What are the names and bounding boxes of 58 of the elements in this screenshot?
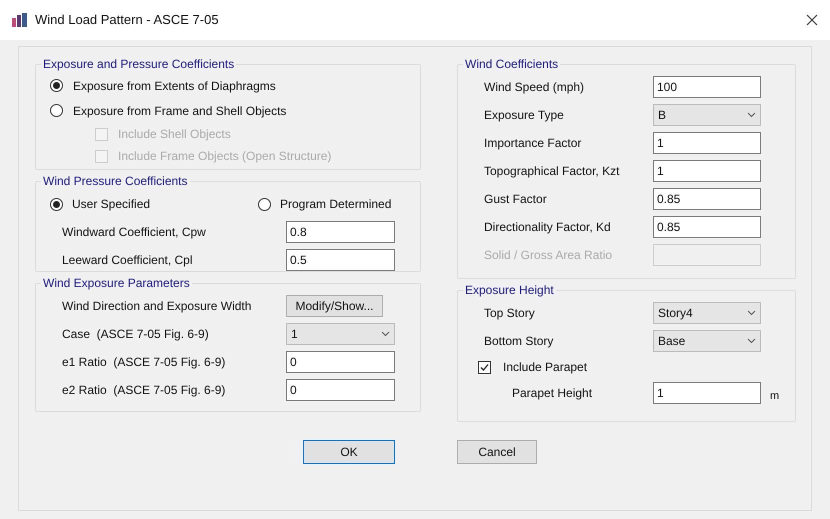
group-title: Wind Pressure Coefficients [42,173,189,190]
field-label: Program Determined [280,196,392,213]
field-label: Exposure Type [484,107,564,124]
input-field[interactable]: 0.85 [653,188,761,210]
dropdown[interactable]: Story4 [653,302,761,324]
field-label: User Specified [72,196,150,213]
close-icon[interactable] [806,14,818,26]
input-field[interactable]: 0.5 [286,249,395,271]
field-label: Case (ASCE 7-05 Fig. 6-9) [62,326,209,343]
chevron-down-icon [747,310,756,316]
dropdown[interactable]: 1 [286,323,395,345]
field-label: Windward Coefficient, Cpw [62,224,206,241]
dropdown[interactable]: B [653,104,761,126]
input-field[interactable]: 0 [286,379,395,401]
field-label: Top Story [484,305,535,322]
input-field[interactable]: 0.85 [653,216,761,238]
chevron-down-icon [381,331,390,337]
field-label: Leeward Coefficient, Cpl [62,252,193,269]
input-field[interactable]: 1 [653,382,761,404]
field-label: Include Shell Objects [118,126,231,143]
app-icon [12,13,28,27]
radio-button[interactable] [50,198,63,210]
group-title: Exposure Height [464,282,555,299]
field-label: Parapet Height [512,385,592,402]
group-title: Wind Coefficients [464,56,560,73]
field-label: Exposure from Extents of Diaphragms [73,78,276,94]
ok-button[interactable]: OK [303,440,395,464]
group-title: Exposure and Pressure Coefficients [42,56,236,73]
field-label: Importance Factor [484,135,582,152]
chevron-down-icon [747,338,756,344]
input-field[interactable]: 100 [653,76,761,98]
field-label: e2 Ratio (ASCE 7-05 Fig. 6-9) [62,382,226,399]
field-label: Topographical Factor, Kzt [484,163,620,180]
field-label: Include Frame Objects (Open Structure) [118,148,332,165]
radio-button[interactable] [258,198,271,210]
radio-button[interactable] [50,79,63,92]
input-field[interactable]: 1 [653,132,761,154]
field-label: Solid / Gross Area Ratio [484,247,612,264]
field-label: Wind Speed (mph) [484,79,584,96]
input-field[interactable]: 0 [286,351,395,373]
checkbox[interactable] [478,360,491,374]
cancel-button[interactable]: Cancel [457,440,537,464]
chevron-down-icon [747,112,756,118]
modify-show-button[interactable]: Modify/Show... [286,295,383,317]
field-label: Bottom Story [484,333,554,350]
field-label: Wind Direction and Exposure Width [62,298,252,315]
input-field[interactable]: 1 [653,160,761,182]
unit-label: m [770,388,780,404]
field-label: e1 Ratio (ASCE 7-05 Fig. 6-9) [62,354,226,371]
field-label: Directionality Factor, Kd [484,219,611,236]
field-label: Gust Factor [484,191,547,208]
group-title: Wind Exposure Parameters [42,275,191,292]
dropdown[interactable]: Base [653,330,761,352]
field-label: Include Parapet [503,359,588,376]
field-label: Exposure from Frame and Shell Objects [73,102,286,120]
input-field[interactable]: 0.8 [286,221,395,243]
radio-button[interactable] [50,104,63,117]
window-title: Wind Load Pattern - ASCE 7-05 [35,11,219,30]
